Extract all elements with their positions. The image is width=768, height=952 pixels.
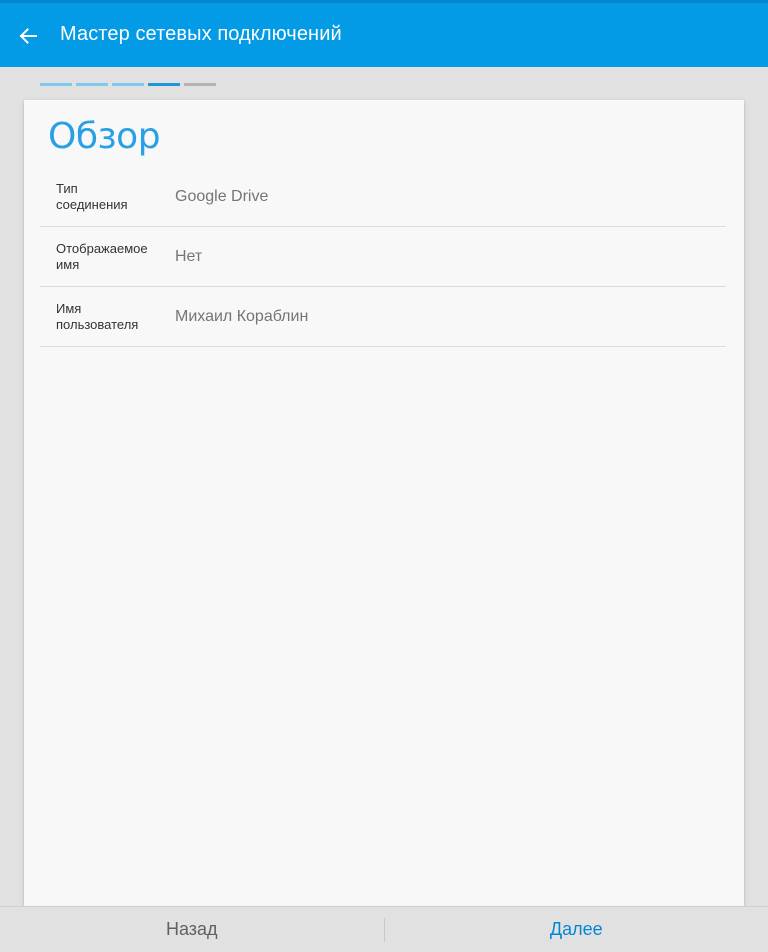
row-label: Имя пользователя xyxy=(40,301,175,333)
row-label: Отображаемое имя xyxy=(40,241,175,273)
step-2 xyxy=(76,83,108,86)
step-5 xyxy=(184,83,216,86)
back-arrow-button[interactable] xyxy=(12,20,44,52)
row-label-line: Имя xyxy=(56,300,82,316)
page-title: Обзор xyxy=(48,116,161,157)
step-3 xyxy=(112,83,144,86)
app-bar: Мастер сетевых подключений xyxy=(0,0,768,67)
row-value: Google Drive xyxy=(175,187,269,205)
row-label-line: Тип xyxy=(56,180,78,196)
summary-row-display-name: Отображаемое имя Нет xyxy=(40,227,726,287)
step-4-current xyxy=(148,83,180,86)
row-label: Тип соединения xyxy=(40,181,175,213)
next-button[interactable]: Далее xyxy=(385,907,768,952)
back-button[interactable]: Назад xyxy=(0,907,384,952)
row-label-line: соединения xyxy=(56,196,128,212)
summary-list: Тип соединения Google Drive Отображаемое… xyxy=(40,167,726,347)
summary-card: Обзор Тип соединения Google Drive Отобра… xyxy=(24,100,744,906)
step-indicator xyxy=(40,83,216,86)
network-wizard-screen: Мастер сетевых подключений Обзор Тип сое… xyxy=(0,0,768,952)
arrow-left-icon xyxy=(19,28,37,44)
summary-row-connection-type: Тип соединения Google Drive xyxy=(40,167,726,227)
summary-row-username: Имя пользователя Михаил Кораблин xyxy=(40,287,726,347)
row-label-line: Отображаемое xyxy=(56,240,148,256)
step-1 xyxy=(40,83,72,86)
row-value: Михаил Кораблин xyxy=(175,307,309,325)
app-bar-title: Мастер сетевых подключений xyxy=(60,23,342,45)
bottom-nav-bar: Назад Далее xyxy=(0,906,768,952)
row-label-line: пользователя xyxy=(56,316,139,332)
row-value: Нет xyxy=(175,247,203,265)
row-label-line: имя xyxy=(56,256,80,272)
